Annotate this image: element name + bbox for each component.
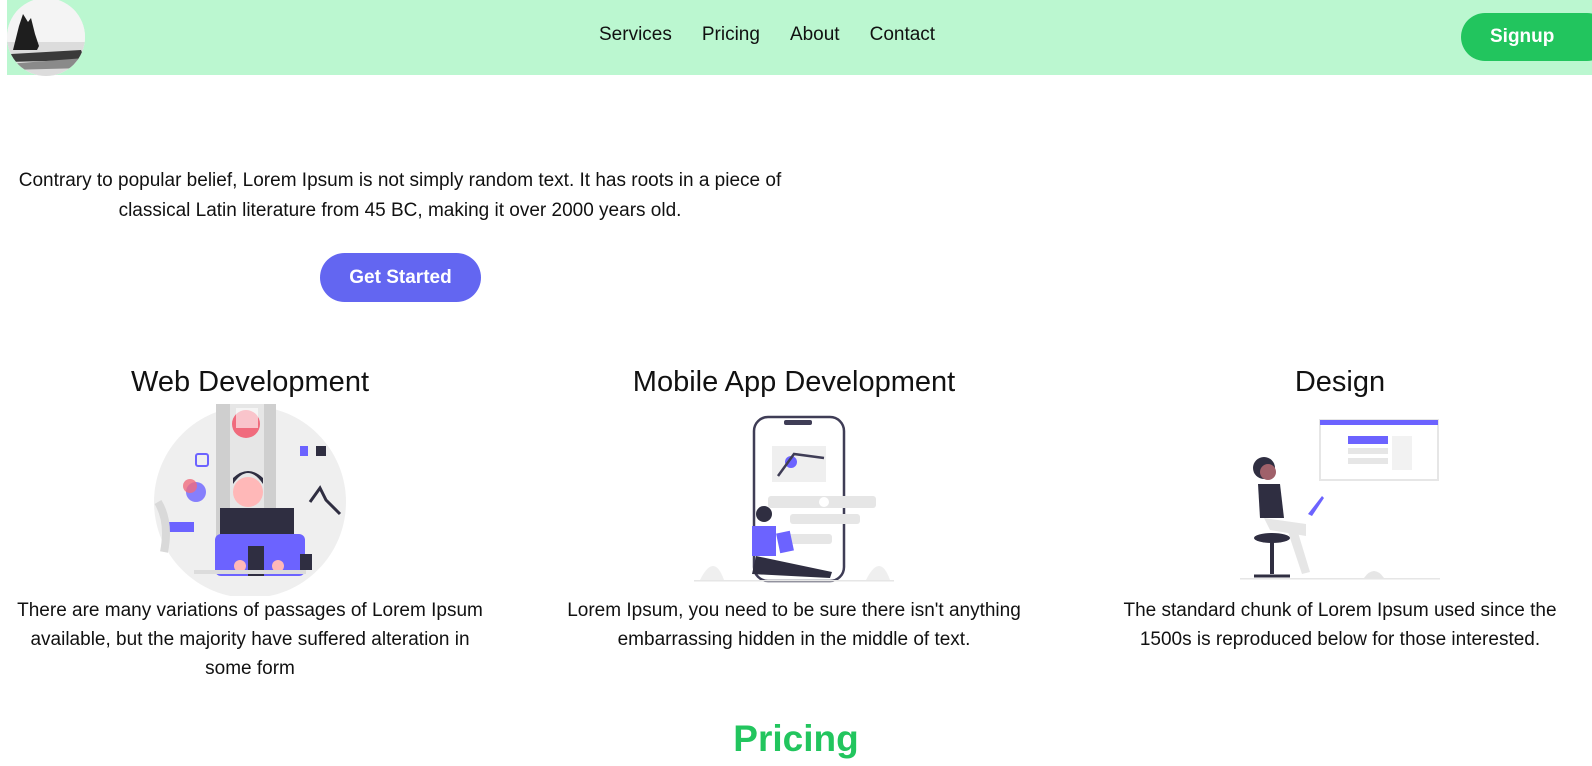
nav-link-about[interactable]: About bbox=[790, 24, 840, 46]
logo[interactable] bbox=[7, 0, 85, 76]
signup-button[interactable]: Signup bbox=[1461, 13, 1592, 61]
service-card-web-development: Web Development There are many variation… bbox=[10, 362, 490, 683]
service-card-design: Design The standard chunk of Lorem Ipsum… bbox=[1100, 362, 1580, 654]
web-development-illustration bbox=[154, 404, 346, 596]
service-card-mobile-app-development: Mobile App Development Lorem Ipsum, you … bbox=[554, 362, 1034, 654]
hero-text: Contrary to popular belief, Lorem Ipsum … bbox=[18, 170, 782, 221]
service-description: The standard chunk of Lorem Ipsum used s… bbox=[1123, 600, 1557, 650]
design-illustration bbox=[1240, 419, 1440, 580]
nav-link-contact[interactable]: Contact bbox=[870, 24, 935, 46]
service-title: Design bbox=[1294, 366, 1386, 398]
service-description: There are many variations of passages of… bbox=[17, 600, 483, 679]
nav-link-services[interactable]: Services bbox=[599, 24, 672, 46]
main-nav: Services Pricing About Contact bbox=[599, 24, 965, 46]
service-title: Mobile App Development bbox=[632, 366, 956, 398]
pricing-section-title: Pricing bbox=[733, 718, 859, 759]
mobile-app-illustration bbox=[694, 415, 894, 583]
nav-link-pricing[interactable]: Pricing bbox=[702, 24, 760, 46]
logo-image bbox=[7, 0, 85, 76]
service-description: Lorem Ipsum, you need to be sure there i… bbox=[567, 600, 1021, 650]
get-started-button[interactable]: Get Started bbox=[320, 253, 481, 302]
service-title: Web Development bbox=[130, 366, 370, 398]
